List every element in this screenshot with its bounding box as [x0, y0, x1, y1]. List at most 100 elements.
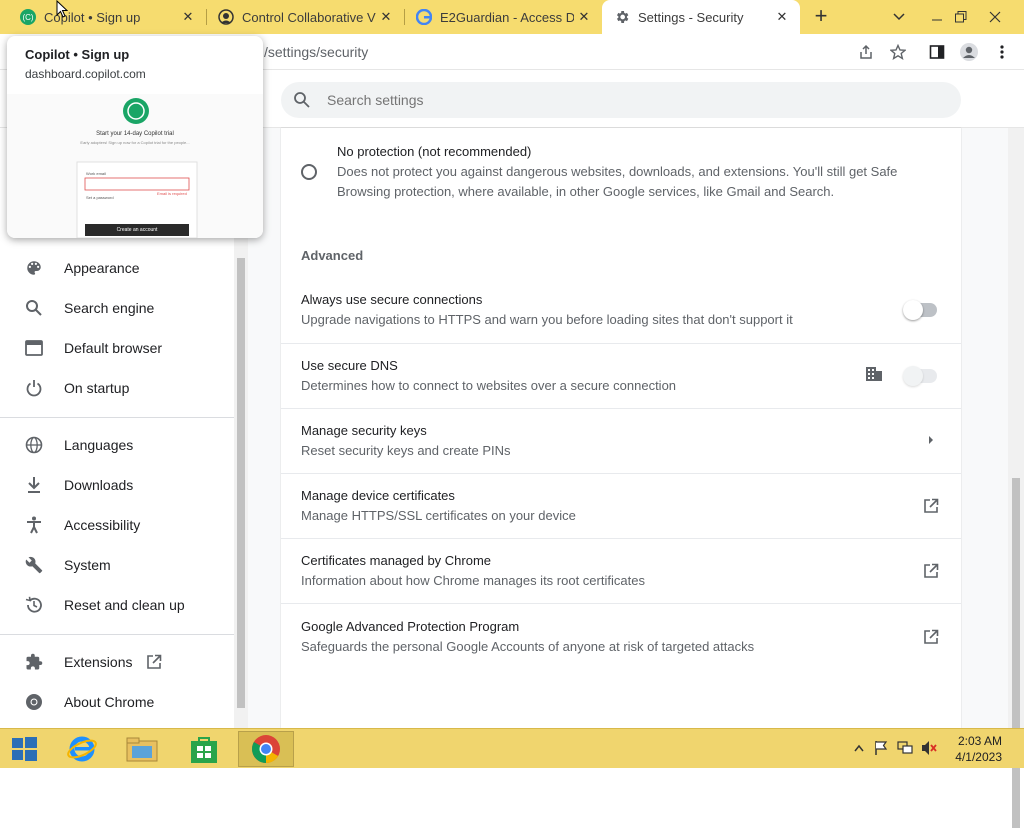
- close-window-button[interactable]: [978, 0, 1012, 34]
- store-icon[interactable]: [176, 731, 232, 767]
- preview-create-account-button: Create an account: [116, 227, 158, 233]
- tab-e2guardian[interactable]: E2Guardian - Access Den ✕: [404, 0, 602, 34]
- search-icon: [293, 91, 311, 114]
- secure-connections-toggle[interactable]: [903, 300, 937, 320]
- main-scrollbar[interactable]: [1008, 128, 1024, 828]
- copilot-icon: (C): [20, 9, 36, 25]
- start-button[interactable]: [0, 731, 48, 767]
- row-sub: Determines how to connect to websites ov…: [301, 378, 677, 393]
- sidebar-item-label: Languages: [64, 437, 134, 453]
- close-icon[interactable]: ✕: [178, 7, 198, 27]
- row-label: Manage device certificates: [301, 488, 455, 503]
- sidebar-item-label: Accessibility: [64, 517, 141, 533]
- sidebar-item-label: Downloads: [64, 477, 134, 493]
- network-icon[interactable]: [896, 739, 914, 757]
- hover-card-url: dashboard.copilot.com: [25, 67, 146, 81]
- row-label: Certificates managed by Chrome: [301, 553, 492, 568]
- row-device-certificates[interactable]: Manage device certificates Manage HTTPS/…: [281, 473, 961, 538]
- sidebar-item-about-chrome[interactable]: About Chrome: [0, 682, 234, 722]
- volume-muted-icon[interactable]: [920, 739, 938, 757]
- hover-card-preview: Start your 14-day Copilot trial Early ad…: [7, 94, 263, 238]
- close-icon[interactable]: ✕: [574, 7, 594, 27]
- search-input[interactable]: [325, 82, 925, 118]
- external-link-icon[interactable]: [921, 561, 941, 581]
- row-chrome-certificates[interactable]: Certificates managed by Chrome Informati…: [281, 538, 961, 603]
- row-sub: Information about how Chrome manages its…: [301, 573, 645, 588]
- sidebar-item-languages[interactable]: Languages: [0, 425, 234, 465]
- row-manage-security-keys[interactable]: Manage security keys Reset security keys…: [281, 408, 961, 473]
- flag-icon[interactable]: [872, 739, 890, 757]
- row-secure-connections[interactable]: Always use secure connections Upgrade na…: [281, 278, 961, 343]
- share-icon[interactable]: [856, 42, 876, 62]
- search-settings-box[interactable]: [281, 82, 961, 118]
- tab-title: Control Collaborative Virt: [242, 9, 376, 25]
- row-sub: Manage HTTPS/SSL certificates on your de…: [301, 508, 576, 523]
- preview-field-error: Email is required: [157, 191, 187, 196]
- row-label: Manage security keys: [301, 423, 427, 438]
- palette-icon: [24, 258, 44, 278]
- profile-avatar[interactable]: [959, 42, 979, 62]
- hover-card-title: Copilot • Sign up: [25, 47, 130, 62]
- row-label: Always use secure connections: [301, 292, 483, 307]
- sidebar-item-label: Search engine: [64, 300, 155, 316]
- tab-search-icon[interactable]: [882, 0, 916, 34]
- row-advanced-protection[interactable]: Google Advanced Protection Program Safeg…: [281, 603, 961, 668]
- windows-taskbar: 2:03 AM 4/1/2023: [0, 728, 1024, 768]
- sidebar-item-appearance[interactable]: Appearance: [0, 248, 234, 288]
- close-icon[interactable]: ✕: [772, 7, 792, 27]
- search-icon: [24, 298, 44, 318]
- browser-icon: [24, 338, 44, 358]
- external-link-icon[interactable]: [921, 496, 941, 516]
- advanced-heading: Advanced: [301, 248, 364, 263]
- no-protection-radio[interactable]: [301, 164, 317, 180]
- chrome-taskbar-icon[interactable]: [238, 731, 294, 767]
- sidebar-item-accessibility[interactable]: Accessibility: [0, 505, 234, 545]
- tab-strip: (C) Copilot • Sign up ✕ Control Collabor…: [0, 0, 1024, 34]
- power-icon: [24, 378, 44, 398]
- preview-field-label: Work email: [86, 171, 106, 176]
- mouse-cursor-icon: [56, 0, 68, 18]
- windows-logo-icon: [12, 737, 37, 761]
- arrow-right-icon[interactable]: [921, 430, 941, 450]
- bookmark-star-icon[interactable]: [888, 42, 908, 62]
- row-secure-dns[interactable]: Use secure DNS Determines how to connect…: [281, 343, 961, 408]
- new-tab-button[interactable]: +: [810, 5, 832, 27]
- sidebar-item-downloads[interactable]: Downloads: [0, 465, 234, 505]
- file-explorer-icon[interactable]: [114, 731, 170, 767]
- row-sub: Upgrade navigations to HTTPS and warn yo…: [301, 312, 793, 327]
- clock-date: 4/1/2023: [955, 750, 1002, 764]
- globe-icon: [24, 435, 44, 455]
- preview-subtext: Early adopters! Sign up now for a Copilo…: [80, 140, 190, 145]
- tab-settings-security[interactable]: Settings - Security ✕: [602, 0, 800, 34]
- internet-explorer-icon[interactable]: [54, 731, 110, 767]
- external-link-icon[interactable]: [921, 627, 941, 647]
- sidebar-item-search-engine[interactable]: Search engine: [0, 288, 234, 328]
- sidebar-item-default-browser[interactable]: Default browser: [0, 328, 234, 368]
- preview-heading: Start your 14-day Copilot trial: [96, 131, 174, 137]
- restore-button[interactable]: [944, 0, 978, 34]
- menu-kebab-icon[interactable]: [992, 42, 1012, 62]
- show-hidden-icons[interactable]: [850, 739, 868, 757]
- gear-icon: [614, 9, 630, 25]
- preview-password-label: Set a password: [86, 195, 114, 200]
- sidebar-item-label: Reset and clean up: [64, 597, 185, 613]
- tab-control-collaborative[interactable]: Control Collaborative Virt ✕: [206, 0, 404, 34]
- tab-hover-card: Copilot • Sign up dashboard.copilot.com …: [7, 36, 263, 238]
- sidebar-item-system[interactable]: System: [0, 545, 234, 585]
- sidebar-item-reset[interactable]: Reset and clean up: [0, 585, 234, 625]
- system-clock[interactable]: 2:03 AM 4/1/2023: [955, 733, 1002, 765]
- secure-dns-toggle[interactable]: [903, 366, 937, 386]
- row-label: Use secure DNS: [301, 358, 398, 373]
- history-icon: [24, 595, 44, 615]
- sidebar-item-label: System: [64, 557, 111, 573]
- close-icon[interactable]: ✕: [376, 7, 396, 27]
- address-bar[interactable]: /settings/security: [264, 44, 368, 60]
- wrench-icon: [24, 555, 44, 575]
- tab-copilot[interactable]: (C) Copilot • Sign up ✕: [8, 0, 206, 34]
- sidebar-item-extensions[interactable]: Extensions: [0, 642, 234, 682]
- side-panel-icon[interactable]: [927, 42, 947, 62]
- enterprise-managed-icon: [865, 366, 883, 387]
- sidebar-item-on-startup[interactable]: On startup: [0, 368, 234, 408]
- row-sub: Reset security keys and create PINs: [301, 443, 511, 458]
- no-protection-desc-1: Does not protect you against dangerous w…: [337, 164, 898, 179]
